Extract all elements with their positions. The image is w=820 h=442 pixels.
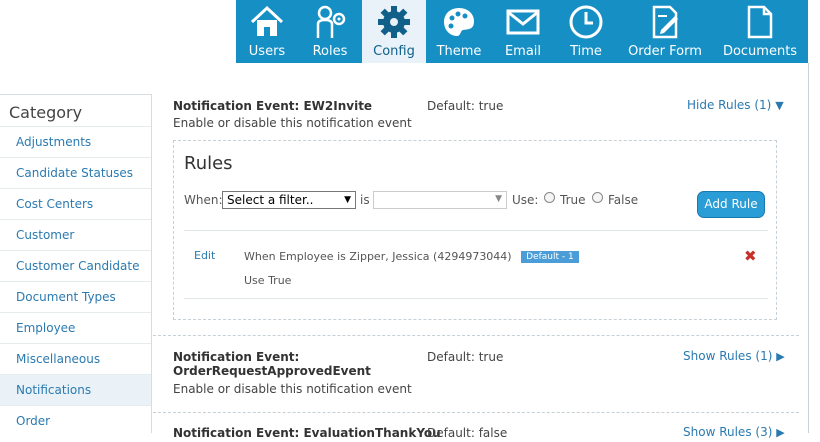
nav-users[interactable]: Users <box>236 0 298 63</box>
filter-select-value: Select a filter.. <box>227 193 314 207</box>
rule-value: Zipper, Jessica (4294973044) <box>349 250 512 263</box>
nav-theme-label: Theme <box>436 44 482 59</box>
clock-icon <box>569 5 603 39</box>
value-select[interactable]: ▼ <box>373 191 507 209</box>
palette-icon <box>444 8 474 36</box>
add-rule-button[interactable]: Add Rule <box>697 191 765 218</box>
hide-rules-label: Hide Rules (1) <box>687 98 772 112</box>
notification-event: Notification Event: EvaluationThankYou D… <box>153 412 799 442</box>
dropdown-arrow-icon: ▼ <box>344 195 351 205</box>
true-radio[interactable] <box>544 192 555 203</box>
sidebar-item-customer-candidate[interactable]: Customer Candidate <box>0 250 151 281</box>
false-radio-label: False <box>608 193 639 207</box>
nav-roles-label: Roles <box>312 44 348 59</box>
nav-time[interactable]: Time <box>554 0 618 63</box>
event-default: Default: false <box>427 426 508 440</box>
nav-order-form-label: Order Form <box>628 44 702 59</box>
document-edit-icon <box>652 5 678 39</box>
rule-condition: When Employee is Zipper, Jessica (429497… <box>244 250 579 263</box>
event-default: Default: true <box>427 99 504 113</box>
category-title: Category <box>9 103 83 122</box>
nav-users-label: Users <box>248 44 286 59</box>
rule-op: is <box>337 250 346 263</box>
when-label: When: <box>184 193 223 207</box>
rule-separator <box>184 230 768 231</box>
show-rules-label: Show Rules (3) <box>683 425 773 439</box>
nav-config-label: Config <box>373 44 415 59</box>
nav-roles[interactable]: Roles <box>298 0 362 63</box>
event-description: Enable or disable this notification even… <box>173 382 412 396</box>
show-rules-label: Show Rules (1) <box>683 349 773 363</box>
sidebar-item-candidate-statuses[interactable]: Candidate Statuses <box>0 157 151 188</box>
nav-config[interactable]: Config <box>362 0 426 63</box>
is-label: is <box>360 193 370 207</box>
sidebar-item-adjustments[interactable]: Adjustments <box>0 126 151 157</box>
dropdown-arrow-icon: ▼ <box>495 194 502 204</box>
nav-time-label: Time <box>570 44 602 59</box>
triangle-down-icon: ▼ <box>775 99 784 112</box>
house-icon <box>250 5 284 36</box>
envelope-icon <box>506 9 540 35</box>
nav-order-form[interactable]: Order Form <box>618 0 712 63</box>
event-title-line2: OrderRequestApprovedEvent <box>173 364 371 378</box>
sidebar-item-document-types[interactable]: Document Types <box>0 281 151 312</box>
filter-select[interactable]: Select a filter.. ▼ <box>222 191 356 209</box>
rule-use-prefix: Use <box>244 274 265 287</box>
sidebar-item-miscellaneous[interactable]: Miscellaneous <box>0 343 151 374</box>
show-rules-link[interactable]: Show Rules (3) ▶ <box>683 425 785 439</box>
nav-documents[interactable]: Documents <box>712 0 808 63</box>
delete-rule-icon[interactable]: ✖ <box>744 247 757 265</box>
rule-when-prefix: When <box>244 250 276 263</box>
rule-separator <box>184 298 768 299</box>
edit-rule-link[interactable]: Edit <box>194 249 215 262</box>
rules-heading: Rules <box>184 153 233 174</box>
event-title-line1: Notification Event: <box>173 350 300 364</box>
triangle-right-icon: ▶ <box>776 350 785 363</box>
rule-use-value: True <box>268 274 292 287</box>
notification-event: Notification Event: OrderRequestApproved… <box>153 336 799 412</box>
rule-use: Use True <box>244 274 291 287</box>
main-content: Notification Event: EW2Invite Enable or … <box>153 94 799 442</box>
top-navigation: Users Roles Config Theme Email Time Orde… <box>236 0 808 63</box>
nav-documents-label: Documents <box>722 44 798 59</box>
use-label: Use: <box>512 193 539 207</box>
event-description: Enable or disable this notification even… <box>173 116 412 130</box>
sidebar-item-customer[interactable]: Customer <box>0 219 151 250</box>
hide-rules-link[interactable]: Hide Rules (1) ▼ <box>687 98 784 112</box>
gear-icon <box>378 6 410 38</box>
document-icon <box>747 5 773 39</box>
event-title: Notification Event: EvaluationThankYou <box>173 426 441 440</box>
sidebar-item-notifications[interactable]: Notifications <box>0 374 151 405</box>
nav-email-label: Email <box>504 44 542 59</box>
nav-theme[interactable]: Theme <box>426 0 492 63</box>
sidebar-item-cost-centers[interactable]: Cost Centers <box>0 188 151 219</box>
rules-panel: Rules When: Select a filter.. ▼ is ▼ Use… <box>173 140 777 320</box>
sidebar-item-employee[interactable]: Employee <box>0 312 151 343</box>
user-gear-icon <box>316 5 346 38</box>
sidebar-item-order[interactable]: Order <box>0 405 151 436</box>
event-title: Notification Event: EW2Invite <box>173 99 373 113</box>
category-sidebar: Category Adjustments Candidate Statuses … <box>0 94 152 433</box>
rule-field: Employee <box>279 250 334 263</box>
event-default: Default: true <box>427 350 504 364</box>
nav-email[interactable]: Email <box>492 0 554 63</box>
rule-badge: Default - 1 <box>521 251 579 263</box>
event-title: Notification Event: OrderRequestApproved… <box>173 350 371 378</box>
false-radio[interactable] <box>592 192 603 203</box>
page-border <box>808 63 809 433</box>
true-radio-label: True <box>560 193 586 207</box>
notification-event: Notification Event: EW2Invite Enable or … <box>153 94 799 336</box>
show-rules-link[interactable]: Show Rules (1) ▶ <box>683 349 785 363</box>
